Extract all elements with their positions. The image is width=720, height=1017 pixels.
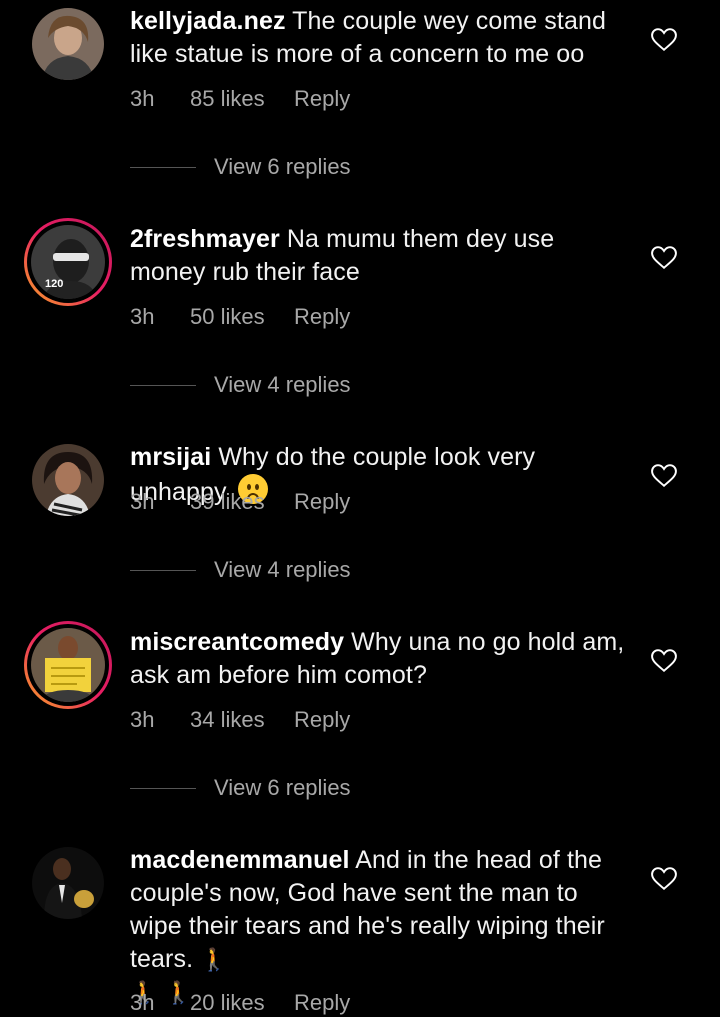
comment-meta: 3h 20 likes Reply (130, 990, 350, 1016)
comment-username[interactable]: kellyjada.nez (130, 7, 286, 35)
reply-button[interactable]: Reply (294, 707, 350, 733)
comment-time: 3h (130, 86, 155, 111)
story-ring: 120 (27, 221, 109, 303)
view-replies-label: View 6 replies (214, 154, 351, 179)
replies-divider (130, 384, 196, 386)
avatar-image (32, 847, 104, 919)
comment-meta: 3h 34 likes Reply (130, 707, 350, 733)
comment-time: 3h (130, 707, 155, 732)
avatar-image (32, 444, 104, 516)
comment-username[interactable]: mrsijai (130, 443, 211, 471)
comment-likes[interactable]: 50 likes (190, 304, 294, 330)
comment-meta: 3h 85 likes Reply (130, 86, 350, 112)
replies-divider (130, 166, 196, 168)
comment-text: macdenemmanuel And in the head of the co… (130, 844, 630, 1009)
view-replies-label: View 4 replies (214, 557, 351, 582)
comment-time: 3h (130, 489, 155, 514)
comment-username[interactable]: 2freshmayer (130, 225, 280, 253)
replies-divider (130, 787, 196, 789)
replies-divider (130, 569, 196, 571)
story-ring (27, 624, 109, 706)
reply-button[interactable]: Reply (294, 304, 350, 330)
view-replies-label: View 4 replies (214, 372, 351, 397)
comment-likes[interactable]: 39 likes (190, 489, 294, 515)
comment-username[interactable]: miscreantcomedy (130, 628, 344, 656)
avatar[interactable] (32, 847, 104, 919)
comment-username[interactable]: macdenemmanuel (130, 846, 350, 874)
view-replies-label: View 6 replies (214, 775, 351, 800)
comment-text: 2freshmayer Na mumu them dey use money r… (130, 223, 630, 289)
avatar-image (31, 628, 105, 702)
view-replies-button[interactable]: View 4 replies (130, 557, 351, 583)
avatar[interactable] (32, 8, 104, 80)
avatar-badge: 120 (45, 278, 63, 290)
comment-text: kellyjada.nez The couple wey come stand … (130, 5, 630, 71)
view-replies-button[interactable]: View 6 replies (130, 775, 351, 801)
view-replies-button[interactable]: View 6 replies (130, 154, 351, 180)
view-replies-button[interactable]: View 4 replies (130, 372, 351, 398)
heart-icon[interactable] (651, 246, 677, 270)
heart-icon[interactable] (651, 28, 677, 52)
comment-likes[interactable]: 85 likes (190, 86, 294, 112)
avatar-image: 120 (31, 225, 105, 299)
avatar[interactable] (24, 621, 112, 709)
comment-time: 3h (130, 304, 155, 329)
reply-button[interactable]: Reply (294, 489, 350, 515)
heart-icon[interactable] (651, 867, 677, 891)
avatar[interactable] (32, 444, 104, 516)
avatar-image (32, 8, 104, 80)
comment-likes[interactable]: 34 likes (190, 707, 294, 733)
comment-likes[interactable]: 20 likes (190, 990, 294, 1016)
heart-icon[interactable] (651, 464, 677, 488)
reply-button[interactable]: Reply (294, 990, 350, 1016)
comment-meta: 3h 39 likes Reply (130, 489, 350, 515)
comment-time: 3h (130, 990, 155, 1015)
avatar[interactable]: 120 (24, 218, 112, 306)
heart-icon[interactable] (651, 649, 677, 673)
person-walking-icon: 🚶 (200, 947, 228, 972)
reply-button[interactable]: Reply (294, 86, 350, 112)
comment-meta: 3h 50 likes Reply (130, 304, 350, 330)
comment-text: miscreantcomedy Why una no go hold am, a… (130, 626, 630, 692)
